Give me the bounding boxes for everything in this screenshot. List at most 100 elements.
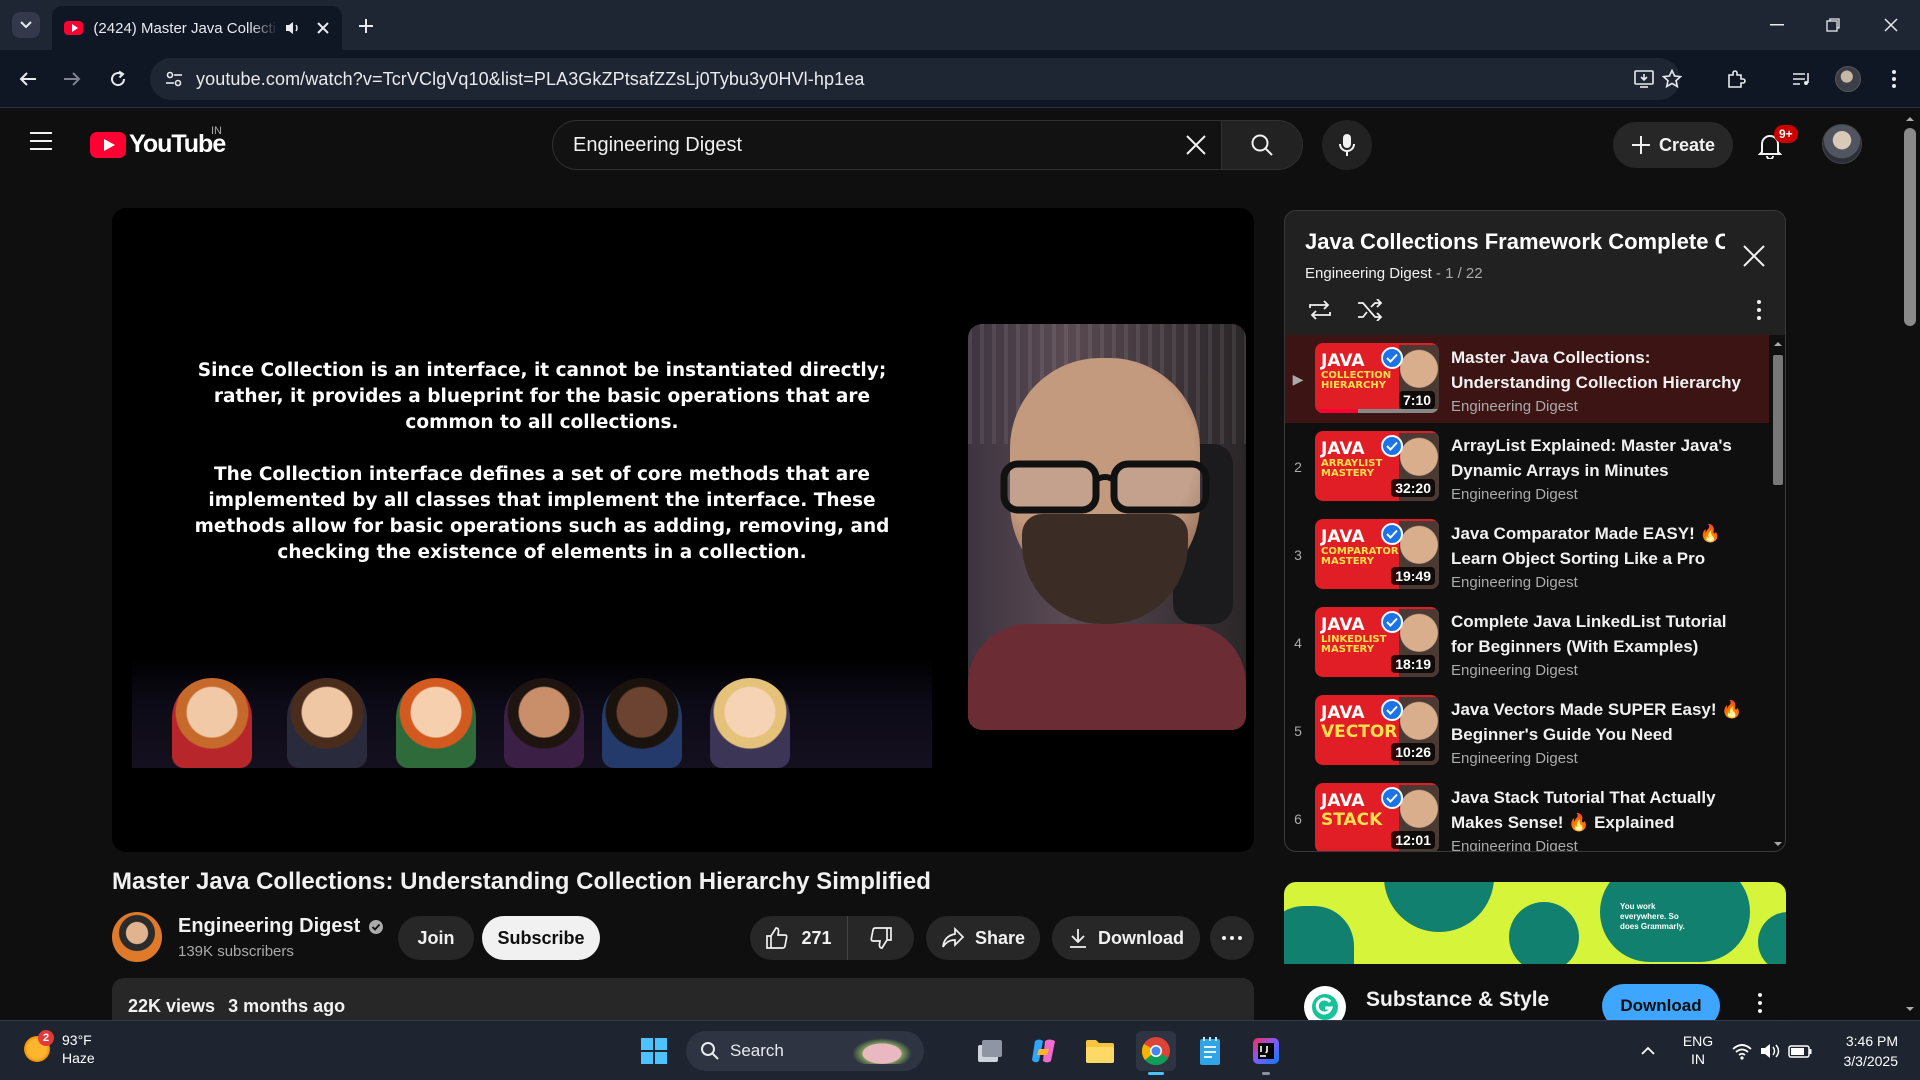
- playlist-title[interactable]: Java Collections Framework Complete Cour…: [1305, 229, 1725, 255]
- browser-menu-icon[interactable]: [1880, 65, 1908, 93]
- tab-search-button[interactable]: [12, 12, 40, 38]
- minimize-icon: [1770, 24, 1784, 26]
- join-button[interactable]: Join: [398, 916, 474, 960]
- media-control-icon[interactable]: [1788, 65, 1816, 93]
- ad-cta-label: Download: [1620, 996, 1702, 1015]
- page-scroll-thumb[interactable]: [1904, 128, 1916, 326]
- browser-tab-active[interactable]: (2424) Master Java Collections: Understa…: [52, 6, 342, 50]
- restore-button[interactable]: [1818, 12, 1848, 38]
- close-tab-icon[interactable]: [316, 21, 330, 35]
- ad-more-icon[interactable]: [1748, 988, 1772, 1018]
- playlist-scroll-thumb[interactable]: [1773, 355, 1783, 485]
- thumb-brand: JAVA: [1321, 351, 1365, 371]
- playlist-more-icon[interactable]: [1747, 295, 1771, 325]
- create-button[interactable]: Create: [1613, 122, 1733, 168]
- close-playlist-button[interactable]: [1737, 239, 1771, 273]
- ad-title[interactable]: Substance & Style: [1366, 988, 1549, 1012]
- loop-playlist-button[interactable]: [1305, 295, 1335, 325]
- sponsored-ad[interactable]: You work everywhere. So does Grammarly. …: [1284, 882, 1786, 1022]
- account-avatar[interactable]: [1822, 124, 1862, 164]
- playlist-video-title: Java Comparator Made EASY! 🔥 Learn Objec…: [1451, 524, 1721, 568]
- checkmark-icon: [1381, 611, 1403, 633]
- search-input[interactable]: Engineering Digest: [573, 134, 1171, 157]
- minimize-button[interactable]: [1762, 12, 1792, 38]
- playlist-item[interactable]: ▶ JAVA COLLECTION HIERARCHY 7:10 Master …: [1285, 335, 1769, 423]
- taskbar-search[interactable]: Search: [686, 1031, 924, 1071]
- wifi-icon: [1732, 1044, 1752, 1060]
- video-duration: 18:19: [1391, 655, 1435, 673]
- video-title: Master Java Collections: Understanding C…: [112, 868, 931, 895]
- file-explorer-button[interactable]: [1080, 1031, 1120, 1071]
- back-button[interactable]: [14, 65, 42, 93]
- weather-widget[interactable]: 2 93°F Haze: [22, 1030, 95, 1067]
- channel-name-link[interactable]: Engineering Digest: [178, 915, 384, 938]
- thumb-brand: JAVA: [1321, 791, 1365, 811]
- system-clock[interactable]: 3:46 PM 3/3/2025: [1828, 1031, 1899, 1071]
- address-bar[interactable]: youtube.com/watch?v=TcrVClgVq10&list=PLA…: [150, 58, 1682, 100]
- task-view-button[interactable]: [970, 1031, 1010, 1071]
- share-button[interactable]: Share: [926, 916, 1040, 960]
- dislike-button[interactable]: [848, 916, 914, 960]
- thumb-topic: COLLECTION HIERARCHY: [1321, 370, 1392, 391]
- playlist-scrollbar[interactable]: [1771, 335, 1785, 851]
- site-info-icon[interactable]: [154, 59, 194, 99]
- like-button[interactable]: 271: [750, 916, 848, 960]
- more-horizontal-icon: [1222, 936, 1242, 940]
- start-button[interactable]: [634, 1031, 674, 1071]
- shuffle-playlist-button[interactable]: [1355, 295, 1385, 325]
- playlist-video-channel: Engineering Digest: [1451, 574, 1578, 591]
- more-actions-button[interactable]: [1210, 916, 1254, 960]
- verified-icon: [369, 919, 384, 934]
- playlist-video-title: ArrayList Explained: Master Java's Dynam…: [1451, 436, 1732, 480]
- extensions-icon[interactable]: [1722, 65, 1750, 93]
- chevron-up-icon: [1641, 1046, 1655, 1055]
- input-language[interactable]: ENG IN: [1682, 1032, 1714, 1068]
- playlist-channel[interactable]: Engineering Digest: [1305, 265, 1432, 282]
- ad-download-button[interactable]: Download: [1602, 984, 1720, 1022]
- profile-avatar[interactable]: [1834, 65, 1862, 93]
- new-tab-button[interactable]: [352, 12, 380, 40]
- playlist-video-title: Complete Java LinkedList Tutorial for Be…: [1451, 612, 1727, 656]
- playlist-subtitle: Engineering Digest - 1 / 22: [1305, 265, 1483, 282]
- youtube-play-icon: [90, 131, 126, 158]
- playlist-item[interactable]: 2 JAVA ARRAYLIST MASTERY 32:20 ArrayList…: [1285, 423, 1769, 511]
- video-duration: 7:10: [1398, 391, 1435, 409]
- scroll-down-icon: [1774, 842, 1782, 846]
- playlist-item[interactable]: 4 JAVA LINKEDLIST MASTERY 18:19 Complete…: [1285, 599, 1769, 687]
- url-text: youtube.com/watch?v=TcrVClgVq10&list=PLA…: [196, 68, 865, 89]
- reload-button[interactable]: [104, 65, 132, 93]
- intellij-button[interactable]: [1246, 1031, 1286, 1075]
- channel-avatar[interactable]: [112, 912, 162, 962]
- chrome-taskbar-button[interactable]: [1136, 1031, 1176, 1075]
- subscribe-button[interactable]: Subscribe: [482, 916, 600, 960]
- menu-icon[interactable]: [28, 130, 62, 156]
- close-window-button[interactable]: [1876, 12, 1906, 38]
- search-box[interactable]: Engineering Digest: [552, 120, 1222, 170]
- playlist-item[interactable]: 5 JAVA VECTOR 10:26 Java Vectors Made SU…: [1285, 687, 1769, 775]
- speaker-icon[interactable]: [284, 20, 302, 36]
- playlist-index: 4: [1294, 635, 1302, 651]
- weather-sun-icon: 2: [22, 1030, 54, 1064]
- ad-banner[interactable]: You work everywhere. So does Grammarly.: [1284, 882, 1786, 964]
- youtube-logo[interactable]: YouTube IN: [90, 125, 226, 159]
- thumb-topic: COMPARATOR MASTERY: [1321, 546, 1399, 567]
- loop-icon: [1309, 300, 1331, 320]
- search-button[interactable]: [1221, 120, 1303, 170]
- video-player[interactable]: Since Collection is an interface, it can…: [112, 208, 1254, 852]
- copilot-button[interactable]: [1024, 1031, 1064, 1071]
- notepad-button[interactable]: [1190, 1031, 1230, 1071]
- voice-search-button[interactable]: [1322, 120, 1372, 170]
- playlist-video-channel: Engineering Digest: [1451, 750, 1578, 767]
- like-count: 271: [801, 927, 832, 948]
- quick-settings-button[interactable]: [1728, 1031, 1818, 1071]
- download-button[interactable]: Download: [1052, 916, 1200, 960]
- page-scrollbar[interactable]: [1900, 108, 1920, 1020]
- playlist-item[interactable]: 3 JAVA COMPARATOR MASTERY 19:49 Java Com…: [1285, 511, 1769, 599]
- grammarly-logo-icon: [1304, 986, 1346, 1022]
- playlist-item[interactable]: 6 JAVA STACK 12:01 Java Stack Tutorial T…: [1285, 775, 1769, 851]
- install-app-icon[interactable]: [1630, 65, 1658, 93]
- forward-button[interactable]: [58, 65, 86, 93]
- clear-search-icon[interactable]: [1171, 122, 1221, 168]
- show-hidden-icons-button[interactable]: [1628, 1031, 1668, 1071]
- bookmark-star-icon[interactable]: [1658, 65, 1686, 93]
